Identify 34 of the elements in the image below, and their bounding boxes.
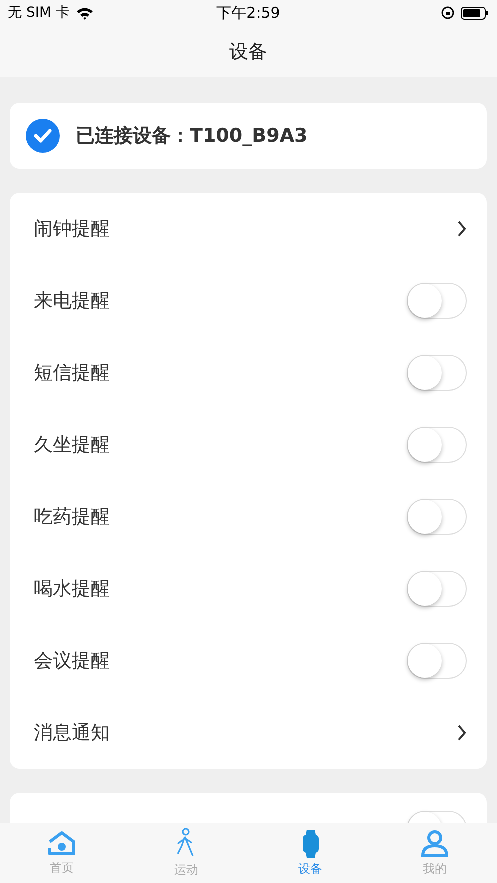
tab-bar-item[interactable]: 设备 [248, 823, 373, 883]
device-status-text: 已连接设备：T100_B9A3 [76, 124, 308, 149]
rotation-lock-icon [441, 6, 455, 20]
toggle-switch[interactable] [407, 283, 467, 319]
chevron-right-icon[interactable] [457, 725, 467, 741]
toggle-switch[interactable] [407, 643, 467, 679]
tab-bar-item[interactable]: 首页 [0, 823, 124, 883]
chevron-right-icon[interactable] [457, 221, 467, 237]
user-icon [420, 828, 450, 858]
tab-label: 设备 [298, 860, 323, 878]
tab-label: 我的 [422, 860, 447, 878]
setting-label: 吃药提醒 [34, 505, 110, 530]
toggle-switch[interactable] [407, 571, 467, 607]
setting-label: 喝水提醒 [34, 577, 110, 602]
setting-label: 消息通知 [34, 721, 110, 746]
watch-icon [302, 828, 320, 858]
setting-label: 闹钟提醒 [34, 217, 110, 242]
setting-label: 久坐提醒 [34, 433, 110, 458]
tab-bar-item[interactable]: 我的 [372, 823, 497, 883]
carrier-text: 无 SIM 卡 [8, 4, 70, 22]
setting-label: 会议提醒 [34, 649, 110, 674]
toggle-switch[interactable] [407, 499, 467, 535]
setting-label: 短信提醒 [34, 361, 110, 386]
battery-icon [461, 6, 489, 20]
tab-bar-item[interactable]: 运动 [124, 823, 248, 883]
wifi-icon [76, 6, 94, 20]
tab-label: 运动 [174, 862, 198, 878]
setting-label: 来电提醒 [34, 289, 110, 314]
toggle-switch[interactable] [407, 427, 467, 463]
time-text: 下午2:59 [216, 4, 280, 22]
page-title: 设备 [230, 40, 268, 64]
tab-label: 首页 [50, 860, 74, 876]
toggle-switch[interactable] [407, 355, 467, 391]
home-icon [47, 830, 78, 858]
